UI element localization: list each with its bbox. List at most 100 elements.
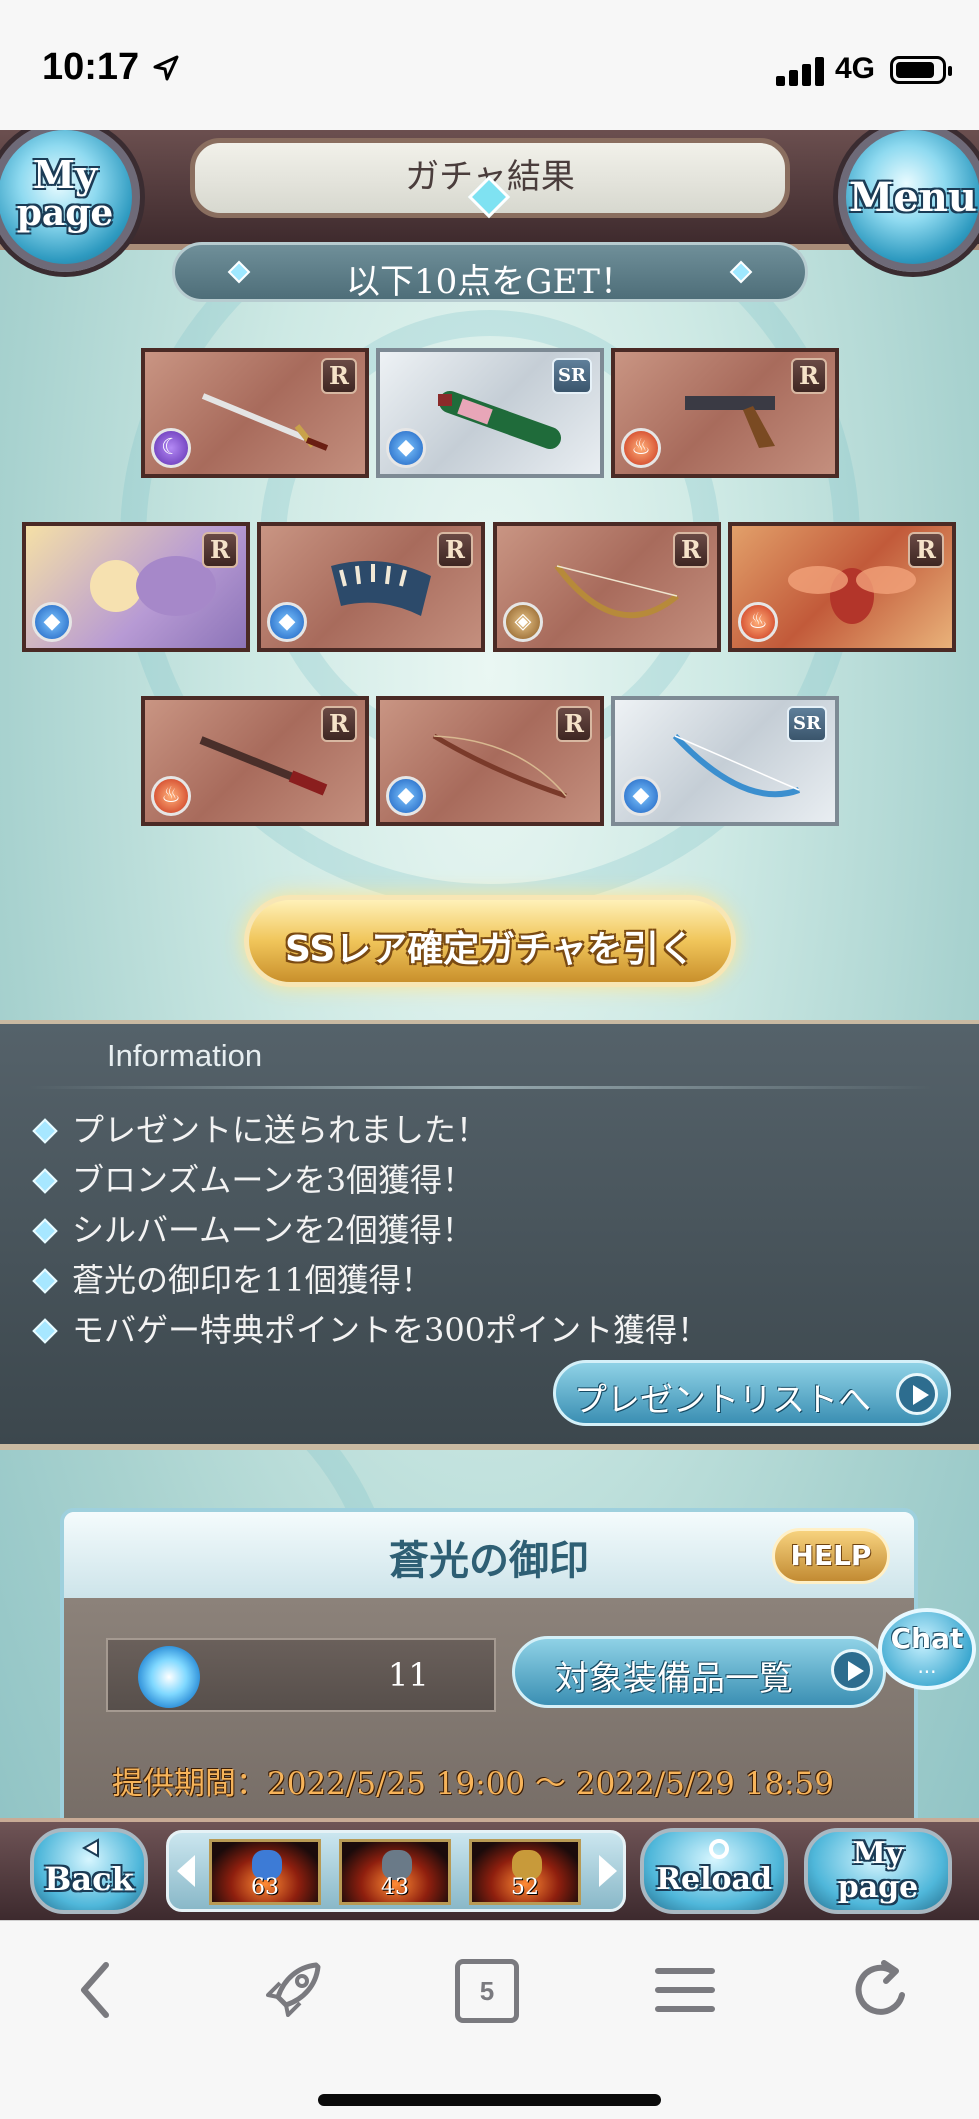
quick-item-count: 52 <box>511 1875 539 1900</box>
seal-count-box: 11 <box>106 1638 496 1712</box>
message-text: シルバームーンを2個獲得！ <box>72 1211 474 1249</box>
bow-icon <box>432 733 567 799</box>
reload-icon <box>709 1839 729 1859</box>
chat-button[interactable]: Chat ... <box>878 1608 976 1690</box>
mypage-orb-button[interactable]: My page <box>0 130 140 272</box>
quick-item[interactable]: 43 <box>339 1839 451 1905</box>
rarity-badge: R <box>321 358 357 394</box>
location-arrow-icon <box>153 55 179 81</box>
diamond-bullet-icon <box>32 1168 58 1194</box>
target-equipment-label: 対象装備品一覧 <box>555 1659 793 1699</box>
quick-next-arrow-icon[interactable] <box>599 1855 617 1887</box>
mypage-label-line1: My <box>32 152 98 197</box>
bottle-icon <box>438 391 561 449</box>
chat-label: Chat <box>890 1622 964 1655</box>
signal-icon <box>776 56 824 86</box>
result-item-gun[interactable]: R ♨ <box>611 348 839 478</box>
menu-orb-button[interactable]: Menu <box>838 130 979 272</box>
header-frame: ガチャ結果 <box>0 130 979 250</box>
get-banner-text: 以下10点をGET！ <box>346 262 634 302</box>
message-text: プレゼントに送られました！ <box>72 1111 489 1149</box>
information-list: プレゼントに送られました！ ブロンズムーンを3個獲得！ シルバームーンを2個獲得… <box>28 1106 709 1356</box>
quick-item[interactable]: 52 <box>469 1839 581 1905</box>
back-button[interactable]: Back <box>30 1828 148 1914</box>
result-item-rifle[interactable]: R ♨ <box>141 696 369 826</box>
quick-item-count: 43 <box>381 1875 409 1900</box>
diamond-bullet-icon <box>32 1118 58 1144</box>
target-equipment-button[interactable]: 対象装備品一覧 <box>512 1636 886 1708</box>
rarity-badge: R <box>437 532 473 568</box>
rarity-badge: R <box>321 706 357 742</box>
result-item-summon[interactable]: R ♨ <box>728 522 956 652</box>
list-item: 蒼光の御印を11個獲得！ <box>28 1256 709 1306</box>
rarity-badge: R <box>202 532 238 568</box>
result-item-bottle[interactable]: SR ◆ <box>376 348 604 478</box>
quick-item-count: 63 <box>251 1875 279 1900</box>
seal-count: 11 <box>388 1656 429 1694</box>
seal-header: 蒼光の御印 HELP <box>64 1512 914 1598</box>
diamond-bullet-icon <box>32 1268 58 1294</box>
status-bar: 10:17 4G <box>0 0 979 130</box>
divider <box>28 1086 933 1089</box>
fire-element-icon: ♨ <box>151 776 191 816</box>
information-heading: Information <box>107 1038 263 1073</box>
game-nav-bar: Back 63 43 52 Reload My page <box>0 1818 979 1920</box>
menu-icon[interactable] <box>650 1955 720 2025</box>
rocket-icon[interactable] <box>258 1955 328 2025</box>
water-element-icon: ◆ <box>621 776 661 816</box>
insect-summon-icon <box>788 566 916 624</box>
result-item-sword[interactable]: R ☾ <box>141 348 369 478</box>
rarity-badge: R <box>791 358 827 394</box>
dark-element-icon: ☾ <box>151 428 191 468</box>
game-screen: ガチャ結果 My page Menu 以下10点をGET！ R ☾ SR ◆ R… <box>0 130 979 1920</box>
help-button[interactable]: HELP <box>772 1528 890 1584</box>
back-label: Back <box>44 1860 134 1898</box>
diamond-bullet-icon <box>32 1318 58 1344</box>
tabs-button[interactable]: 5 <box>455 1959 519 2023</box>
back-chevron-icon[interactable] <box>62 1955 132 2025</box>
quick-prev-arrow-icon[interactable] <box>177 1855 195 1887</box>
result-item-bow[interactable]: R ◈ <box>493 522 721 652</box>
menu-label: Menu <box>849 174 977 221</box>
result-item-longbow[interactable]: R ◆ <box>376 696 604 826</box>
mypage-label-line1: My <box>852 1836 904 1871</box>
present-list-button[interactable]: プレゼントリストへ <box>553 1360 951 1426</box>
play-arrow-icon <box>831 1649 873 1691</box>
reload-label: Reload <box>656 1862 772 1897</box>
mypage-label-line2: page <box>837 1870 919 1905</box>
diamond-bullet-icon <box>32 1218 58 1244</box>
claw-icon <box>331 560 431 616</box>
result-item-ice-bow[interactable]: SR ◆ <box>611 696 839 826</box>
result-item-character[interactable]: R ◆ <box>22 522 250 652</box>
home-indicator <box>318 2094 661 2106</box>
water-element-icon: ◆ <box>386 776 426 816</box>
present-list-label: プレゼントリストへ <box>574 1380 871 1419</box>
bow-icon <box>672 733 801 798</box>
back-arrow-icon <box>81 1838 99 1858</box>
rarity-badge: R <box>908 532 944 568</box>
list-item: シルバームーンを2個獲得！ <box>28 1206 709 1256</box>
message-text: ブロンズムーンを3個獲得！ <box>72 1161 475 1199</box>
result-item-claw[interactable]: R ◆ <box>257 522 485 652</box>
battery-icon <box>890 56 952 84</box>
ss-rare-gacha-label: SSレア確定ガチャを引く <box>285 929 695 970</box>
mypage-button[interactable]: My page <box>804 1828 952 1914</box>
browser-toolbar: 5 <box>0 1920 979 2119</box>
character-portrait-icon <box>90 556 216 616</box>
get-banner: 以下10点をGET！ <box>172 242 808 302</box>
rifle-icon <box>199 736 328 796</box>
rarity-badge: R <box>673 532 709 568</box>
reload-button[interactable]: Reload <box>640 1828 788 1914</box>
list-item: ブロンズムーンを3個獲得！ <box>28 1156 709 1206</box>
ss-rare-gacha-button[interactable]: SSレア確定ガチャを引く <box>244 895 736 987</box>
play-arrow-icon <box>896 1373 938 1415</box>
chat-dots: ... <box>917 1654 937 1678</box>
refresh-icon[interactable] <box>846 1955 916 2025</box>
earth-element-icon: ◈ <box>503 602 543 642</box>
bow-icon <box>554 564 679 619</box>
rarity-badge: SR <box>552 358 592 394</box>
message-text: 蒼光の御印を11個獲得！ <box>72 1261 433 1299</box>
quick-item[interactable]: 63 <box>209 1839 321 1905</box>
tab-count: 5 <box>479 1976 495 2006</box>
water-element-icon: ◆ <box>267 602 307 642</box>
